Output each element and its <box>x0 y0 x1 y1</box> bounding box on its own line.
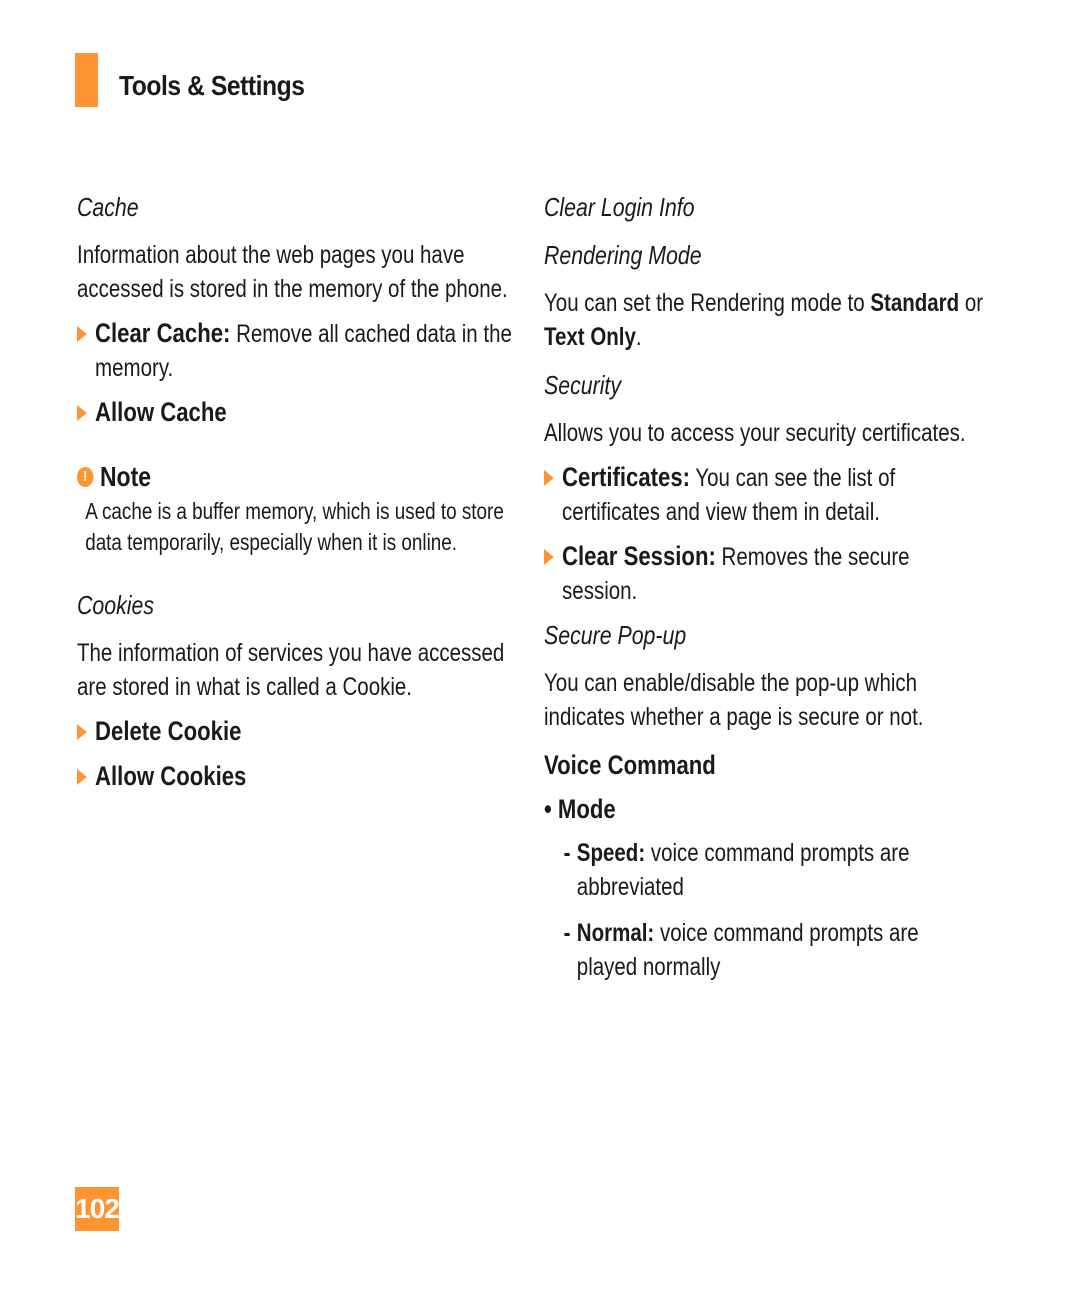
note-heading: ! Note <box>77 460 517 494</box>
cookies-description: The information of services you have acc… <box>77 639 505 701</box>
list-item-clear-cache: Clear Cache: Remove all cached data in t… <box>77 316 517 385</box>
list-item-speed: - Speed: voice command prompts are abbre… <box>563 839 910 901</box>
cache-description: Information about the web pages you have… <box>77 241 508 303</box>
arrow-right-icon <box>77 326 87 342</box>
mode-heading: • Mode <box>544 794 616 824</box>
section-title-clear-login: Clear Login Info <box>544 192 695 222</box>
exclamation-circle-icon: ! <box>77 467 94 487</box>
arrow-right-icon <box>544 549 554 565</box>
right-column: Clear Login Info Rendering Mode You can … <box>544 190 984 996</box>
section-title-cache: Cache <box>77 192 139 222</box>
list-item-certificates: Certificates: You can see the list of ce… <box>544 460 984 529</box>
page-title: Tools & Settings <box>119 70 305 101</box>
page-number: 102 <box>75 1187 120 1231</box>
list-item-delete-cookie: Delete Cookie <box>77 714 517 749</box>
rendering-description: You can set the Rendering mode to Standa… <box>544 289 984 351</box>
list-item-allow-cookies: Allow Cookies <box>77 759 517 794</box>
secure-popup-description: You can enable/disable the pop-up which … <box>544 669 924 731</box>
section-title-cookies: Cookies <box>77 590 155 620</box>
list-item-allow-cache: Allow Cache <box>77 395 517 430</box>
security-description: Allows you to access your security certi… <box>544 419 966 447</box>
arrow-right-icon <box>77 724 87 740</box>
list-item-normal: - Normal: voice command prompts are play… <box>563 919 919 981</box>
section-title-secure-popup: Secure Pop-up <box>544 620 687 650</box>
section-title-voice-command: Voice Command <box>544 750 716 780</box>
arrow-right-icon <box>544 470 554 486</box>
note-text: A cache is a buffer memory, which is use… <box>85 498 504 555</box>
section-title-security: Security <box>544 370 622 400</box>
list-item-clear-session: Clear Session: Removes the secure sessio… <box>544 539 984 608</box>
arrow-right-icon <box>77 769 87 785</box>
section-title-rendering: Rendering Mode <box>544 240 702 270</box>
left-column: Cache Information about the web pages yo… <box>77 190 517 804</box>
header-accent-bar <box>75 53 98 107</box>
arrow-right-icon <box>77 405 87 421</box>
